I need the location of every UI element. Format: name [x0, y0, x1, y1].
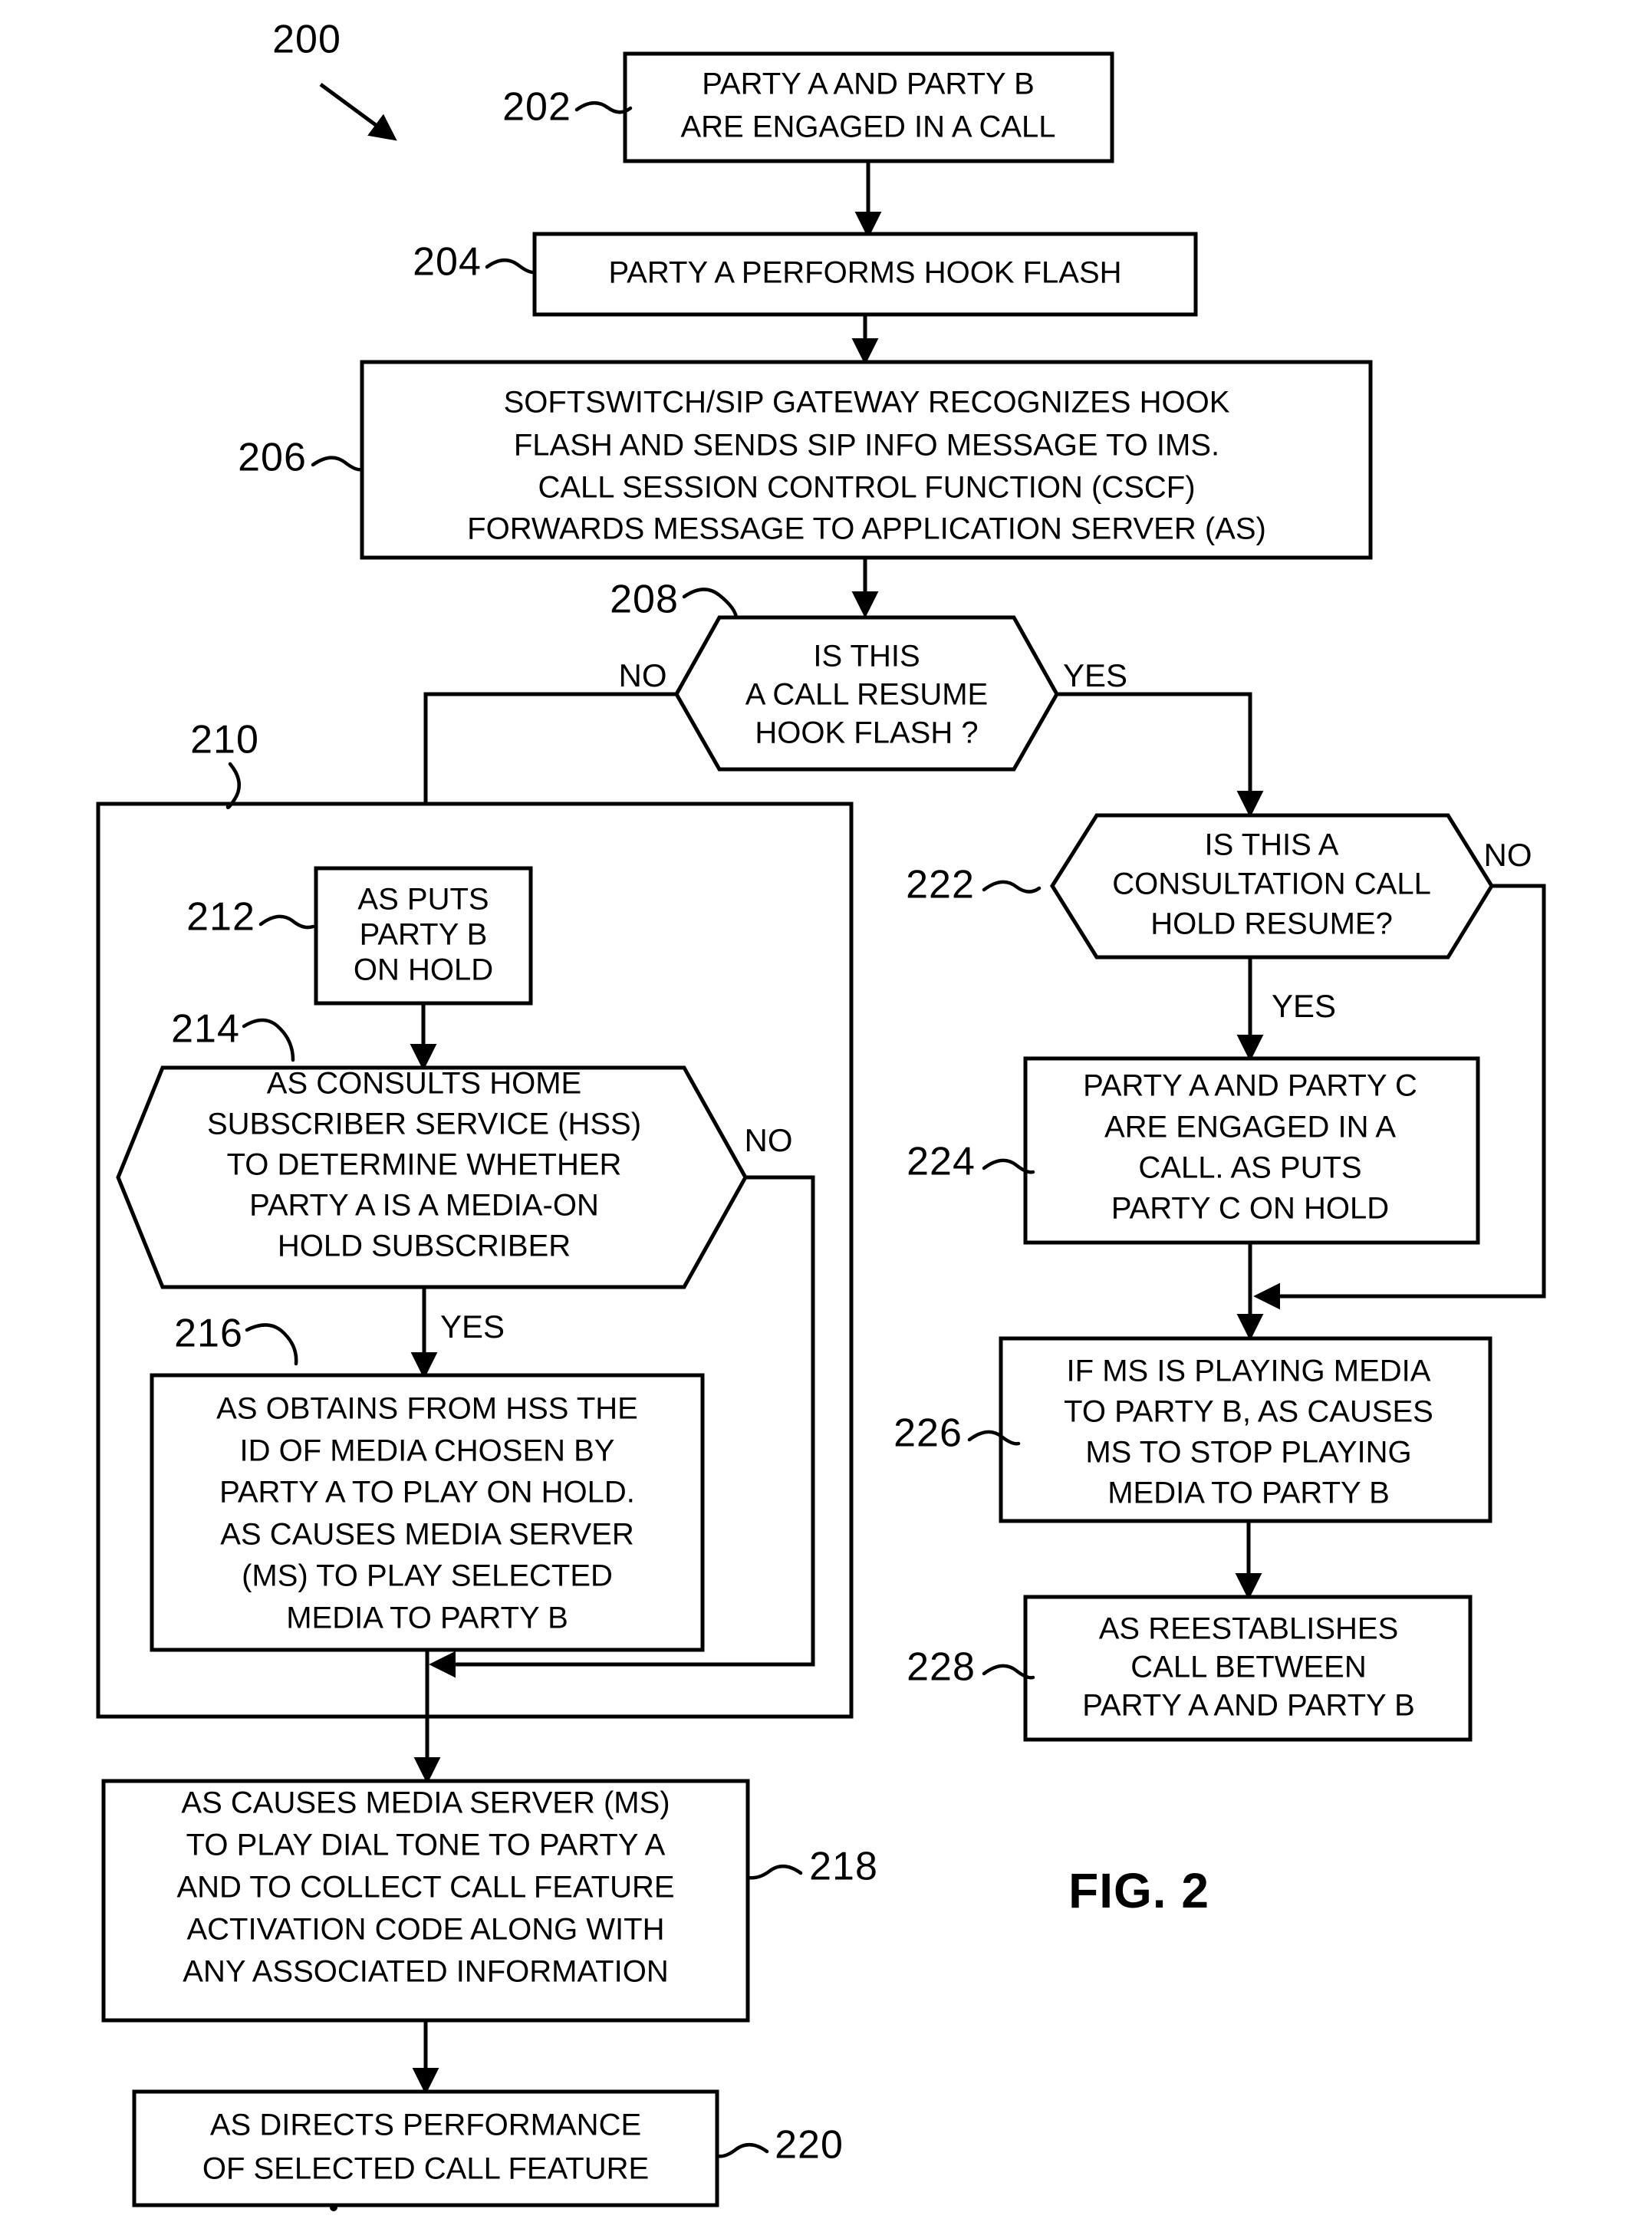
branch-208-no-label: NO — [619, 657, 667, 693]
node-214-ref: 214 — [171, 1007, 240, 1052]
node-206-line-2: FLASH AND SENDS SIP INFO MESSAGE TO IMS. — [514, 429, 1219, 463]
node-214-line-1: AS CONSULTS HOME — [267, 1067, 581, 1101]
node-204-leader — [485, 258, 537, 275]
node-208-ref: 208 — [610, 578, 679, 622]
node-214-line-3: TO DETERMINE WHETHER — [227, 1148, 622, 1182]
connector-208-yes — [1057, 692, 1264, 818]
node-214-line-4: PARTY A IS A MEDIA-ON — [249, 1189, 599, 1223]
node-226-line-3: MS TO STOP PLAYING — [1085, 1436, 1411, 1470]
node-218-leader — [745, 1865, 803, 1880]
node-206-line-1: SOFTSWITCH/SIP GATEWAY RECOGNIZES HOOK — [504, 386, 1230, 420]
node-222-line-1: IS THIS A — [1205, 828, 1339, 862]
node-202-ref: 202 — [502, 85, 571, 130]
node-222-line-2: CONSULTATION CALL — [1112, 867, 1431, 901]
node-226-line-2: TO PARTY B, AS CAUSES — [1064, 1395, 1433, 1429]
node-214-line-2: SUBSCRIBER SERVICE (HSS) — [207, 1108, 641, 1141]
figure-label: FIG. 2 — [1068, 1863, 1209, 1918]
node-216-line-3: PARTY A TO PLAY ON HOLD. — [219, 1476, 635, 1509]
node-216-line-2: ID OF MEDIA CHOSEN BY — [240, 1434, 615, 1468]
flowchart-canvas: 200 PARTY A AND PARTY B ARE ENGAGED IN A… — [96, 18, 1546, 2211]
branch-222-no-label: NO — [1484, 837, 1532, 873]
node-224-line-3: CALL. AS PUTS — [1138, 1151, 1361, 1185]
node-224-ref: 224 — [907, 1140, 976, 1184]
node-204-line-1: PARTY A PERFORMS HOOK FLASH — [608, 256, 1121, 290]
node-226-ref: 226 — [893, 1411, 963, 1456]
node-220-ref: 220 — [775, 2123, 844, 2168]
node-218-line-2: TO PLAY DIAL TONE TO PARTY A — [186, 1829, 666, 1862]
node-210-leader — [225, 762, 241, 810]
branch-214-no-label: NO — [745, 1122, 793, 1158]
node-220-line-1: AS DIRECTS PERFORMANCE — [210, 2109, 641, 2142]
node-216-line-6: MEDIA TO PARTY B — [286, 1602, 568, 1635]
page-mark-dot — [330, 2204, 337, 2211]
node-222-ref: 222 — [906, 863, 975, 907]
node-212-line-2: PARTY B — [360, 918, 488, 952]
node-216-line-1: AS OBTAINS FROM HSS THE — [216, 1392, 638, 1426]
node-212-line-3: ON HOLD — [354, 953, 493, 987]
node-216-ref: 216 — [174, 1312, 243, 1356]
node-208-line-3: HOOK FLASH ? — [755, 716, 978, 750]
node-202-line-2: ARE ENGAGED IN A CALL — [680, 110, 1055, 144]
node-206-leader — [311, 456, 364, 472]
node-202-leader — [574, 101, 633, 114]
node-204-ref: 204 — [413, 240, 482, 285]
node-208-leader — [682, 588, 739, 620]
node-222-leader — [982, 880, 1042, 894]
node-216-line-5: (MS) TO PLAY SELECTED — [242, 1559, 613, 1593]
node-218-line-1: AS CAUSES MEDIA SERVER (MS) — [181, 1786, 670, 1820]
node-212-line-1: AS PUTS — [357, 883, 489, 917]
node-228-line-1: AS REESTABLISHES — [1099, 1612, 1399, 1646]
branch-222-yes-label: YES — [1272, 988, 1336, 1024]
node-218-ref: 218 — [809, 1845, 878, 1889]
node-224-line-4: PARTY C ON HOLD — [1111, 1192, 1389, 1226]
node-212-ref: 212 — [186, 895, 255, 940]
node-208-line-1: IS THIS — [813, 640, 920, 673]
node-208-line-2: A CALL RESUME — [745, 678, 988, 712]
node-226-line-4: MEDIA TO PARTY B — [1107, 1476, 1390, 1510]
node-206-line-4: FORWARDS MESSAGE TO APPLICATION SERVER (… — [467, 512, 1266, 546]
node-216-line-4: AS CAUSES MEDIA SERVER — [220, 1518, 633, 1552]
node-228-line-2: CALL BETWEEN — [1130, 1651, 1366, 1684]
node-218-line-4: ACTIVATION CODE ALONG WITH — [186, 1913, 664, 1947]
node-220-line-2: OF SELECTED CALL FEATURE — [202, 2152, 649, 2186]
node-202-line-1: PARTY A AND PARTY B — [702, 67, 1035, 101]
node-206-line-3: CALL SESSION CONTROL FUNCTION (CSCF) — [538, 471, 1195, 505]
flow-ref-200: 200 — [272, 18, 341, 62]
branch-208-yes-label: YES — [1063, 657, 1127, 693]
node-210-ref: 210 — [190, 718, 259, 762]
node-218-line-5: ANY ASSOCIATED INFORMATION — [183, 1955, 668, 1989]
node-224-line-2: ARE ENGAGED IN A — [1104, 1111, 1396, 1144]
node-214-line-5: HOLD SUBSCRIBER — [278, 1230, 571, 1263]
node-228-line-3: PARTY A AND PARTY B — [1082, 1689, 1415, 1723]
node-206-ref: 206 — [238, 436, 307, 480]
node-224-line-1: PARTY A AND PARTY C — [1083, 1069, 1417, 1103]
node-228-ref: 228 — [907, 1645, 976, 1690]
flow-ref-200-arrow — [319, 82, 397, 141]
patent-figure: 200 PARTY A AND PARTY B ARE ENGAGED IN A… — [0, 0, 1652, 2232]
branch-214-yes-label: YES — [440, 1309, 505, 1345]
node-226-line-1: IF MS IS PLAYING MEDIA — [1067, 1355, 1431, 1388]
node-218-line-3: AND TO COLLECT CALL FEATURE — [176, 1871, 674, 1904]
node-220-leader — [716, 2143, 769, 2158]
node-222-line-3: HOLD RESUME? — [1150, 907, 1393, 941]
